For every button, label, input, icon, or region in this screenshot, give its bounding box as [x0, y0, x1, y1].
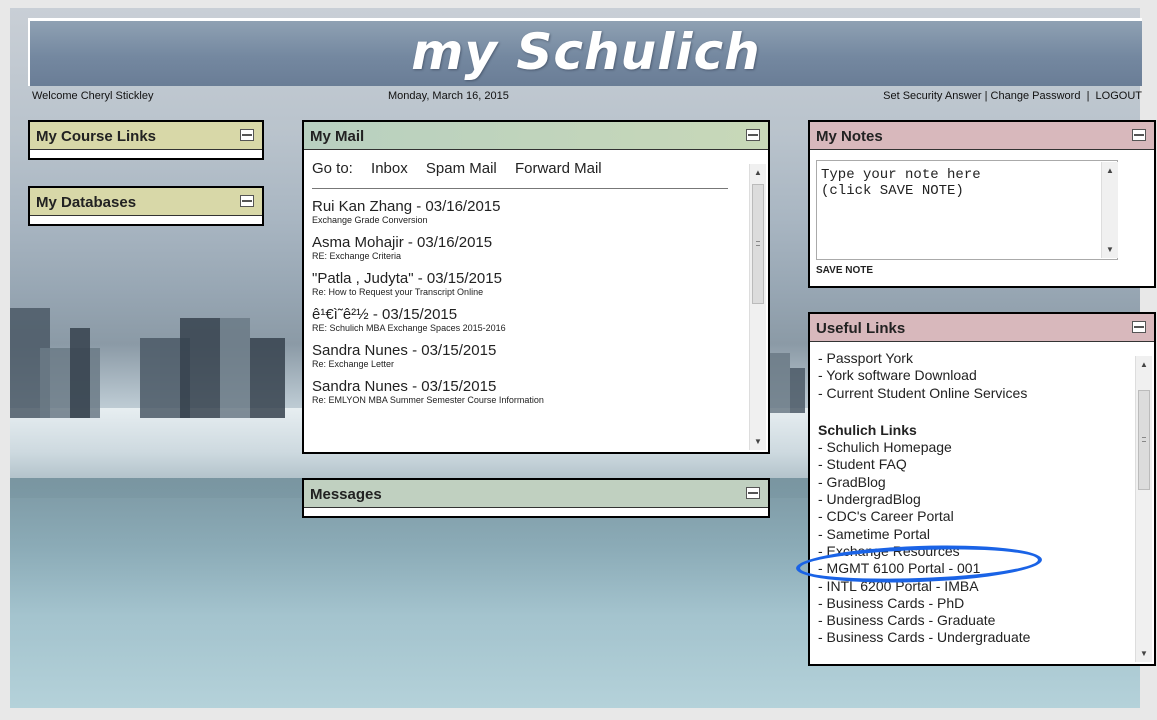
link-student-online-services[interactable]: - Current Student Online Services	[818, 385, 1154, 402]
mail-subject: Re: EMLYON MBA Summer Semester Course In…	[312, 395, 544, 405]
messages-panel: Messages	[302, 478, 770, 518]
set-security-answer-link[interactable]: Set Security Answer	[883, 90, 981, 102]
link-undergradblog[interactable]: - UndergradBlog	[818, 491, 1154, 508]
logout-link[interactable]: LOGOUT	[1096, 90, 1142, 102]
panel-title: My Course Links	[36, 128, 157, 145]
separator: |	[1086, 90, 1090, 102]
note-scrollbar[interactable]: ▲ ▼	[1101, 162, 1118, 258]
mail-item[interactable]: Sandra Nunes - 03/15/2015 Re: Exchange L…	[304, 342, 734, 370]
link-york-software[interactable]: - York software Download	[818, 367, 1154, 384]
panel-header: My Databases	[30, 188, 262, 216]
panel-header: Messages	[304, 480, 768, 508]
panel-title: My Notes	[816, 128, 883, 145]
panel-header: My Notes	[810, 122, 1154, 150]
link-passport-york[interactable]: - Passport York	[818, 350, 1154, 367]
link-student-faq[interactable]: - Student FAQ	[818, 456, 1154, 473]
scroll-thumb[interactable]	[752, 184, 764, 304]
scroll-down-icon[interactable]: ▼	[1102, 241, 1118, 258]
mail-panel: My Mail Go to: Inbox Spam Mail Forward M…	[302, 120, 770, 454]
links-list: - Passport York - York software Download…	[810, 342, 1154, 647]
minimize-icon[interactable]	[746, 129, 760, 141]
mail-sender[interactable]: Sandra Nunes - 03/15/2015	[312, 378, 734, 395]
mail-scrollbar[interactable]: ▲ ▼	[749, 164, 766, 450]
links-scrollbar[interactable]: ▲ ▼	[1135, 356, 1152, 662]
scroll-up-icon[interactable]: ▲	[1136, 356, 1152, 373]
mail-item[interactable]: Sandra Nunes - 03/15/2015 Re: EMLYON MBA…	[304, 378, 734, 406]
spam-mail-link[interactable]: Spam Mail	[426, 160, 497, 177]
mail-subject: Exchange Grade Conversion	[312, 215, 428, 225]
mail-sender[interactable]: Asma Mohajir - 03/16/2015	[312, 234, 734, 251]
scroll-down-icon[interactable]: ▼	[1136, 645, 1152, 662]
scroll-up-icon[interactable]: ▲	[750, 164, 766, 181]
panel-header: My Mail	[304, 122, 768, 150]
link-sametime-portal[interactable]: - Sametime Portal	[818, 526, 1154, 543]
mail-goto-bar: Go to: Inbox Spam Mail Forward Mail	[304, 150, 768, 189]
link-business-cards-phd[interactable]: - Business Cards - PhD	[818, 595, 1154, 612]
current-date: Monday, March 16, 2015	[388, 90, 509, 102]
mail-subject: RE: Exchange Criteria	[312, 251, 402, 261]
databases-panel: My Databases	[28, 186, 264, 226]
mail-item[interactable]: "Patla , Judyta" - 03/15/2015 Re: How to…	[304, 270, 734, 298]
minimize-icon[interactable]	[1132, 321, 1146, 333]
mail-sender[interactable]: Rui Kan Zhang - 03/16/2015	[312, 198, 734, 215]
panel-header: My Course Links	[30, 122, 262, 150]
mail-subject: Re: How to Request your Transcript Onlin…	[312, 287, 484, 297]
mail-sender[interactable]: "Patla , Judyta" - 03/15/2015	[312, 270, 734, 287]
panel-title: Messages	[310, 486, 382, 503]
separator: |	[984, 90, 988, 102]
minimize-icon[interactable]	[240, 129, 254, 141]
link-business-cards-undergraduate[interactable]: - Business Cards - Undergraduate	[818, 629, 1154, 646]
useful-links-panel: Useful Links - Passport York - York soft…	[808, 312, 1156, 666]
info-bar: Welcome Cheryl Stickley Monday, March 16…	[28, 88, 1142, 106]
scroll-down-icon[interactable]: ▼	[750, 433, 766, 450]
minimize-icon[interactable]	[1132, 129, 1146, 141]
minimize-icon[interactable]	[746, 487, 760, 499]
change-password-link[interactable]: Change Password	[991, 90, 1081, 102]
link-business-cards-graduate[interactable]: - Business Cards - Graduate	[818, 612, 1154, 629]
scroll-up-icon[interactable]: ▲	[1102, 162, 1118, 179]
link-schulich-homepage[interactable]: - Schulich Homepage	[818, 439, 1154, 456]
mail-sender[interactable]: Sandra Nunes - 03/15/2015	[312, 342, 734, 359]
schulich-links-heading: Schulich Links	[818, 421, 917, 438]
account-links: Set Security Answer | Change Password | …	[883, 90, 1142, 102]
site-title: my Schulich	[411, 23, 761, 81]
course-links-panel: My Course Links	[28, 120, 264, 160]
welcome-text: Welcome Cheryl Stickley	[32, 90, 154, 102]
mail-item[interactable]: Asma Mohajir - 03/16/2015 RE: Exchange C…	[304, 234, 734, 262]
link-gradblog[interactable]: - GradBlog	[818, 474, 1154, 491]
mail-subject: RE: Schulich MBA Exchange Spaces 2015-20…	[312, 323, 506, 333]
mail-sender[interactable]: ê¹€ì˜ê²½ - 03/15/2015	[312, 306, 734, 323]
mail-subject: Re: Exchange Letter	[312, 359, 395, 369]
panel-title: My Mail	[310, 128, 365, 145]
divider	[312, 188, 728, 189]
link-cdc-career-portal[interactable]: - CDC's Career Portal	[818, 508, 1154, 525]
save-note-button[interactable]: SAVE NOTE	[816, 265, 873, 276]
mail-item[interactable]: Rui Kan Zhang - 03/16/2015 Exchange Grad…	[304, 198, 734, 226]
goto-label: Go to:	[312, 160, 353, 177]
forward-mail-link[interactable]: Forward Mail	[515, 160, 602, 177]
mail-list: Rui Kan Zhang - 03/16/2015 Exchange Grad…	[304, 198, 734, 414]
scroll-thumb[interactable]	[1138, 390, 1150, 490]
minimize-icon[interactable]	[240, 195, 254, 207]
inbox-link[interactable]: Inbox	[371, 160, 408, 177]
note-textarea[interactable]: Type your note here (click SAVE NOTE)	[816, 160, 1118, 260]
panel-title: My Databases	[36, 194, 137, 211]
panel-header: Useful Links	[810, 314, 1154, 342]
mail-item[interactable]: ê¹€ì˜ê²½ - 03/15/2015 RE: Schulich MBA E…	[304, 306, 734, 334]
panel-title: Useful Links	[816, 320, 906, 337]
notes-panel: My Notes Type your note here (click SAVE…	[808, 120, 1156, 288]
site-header: my Schulich	[28, 18, 1142, 86]
